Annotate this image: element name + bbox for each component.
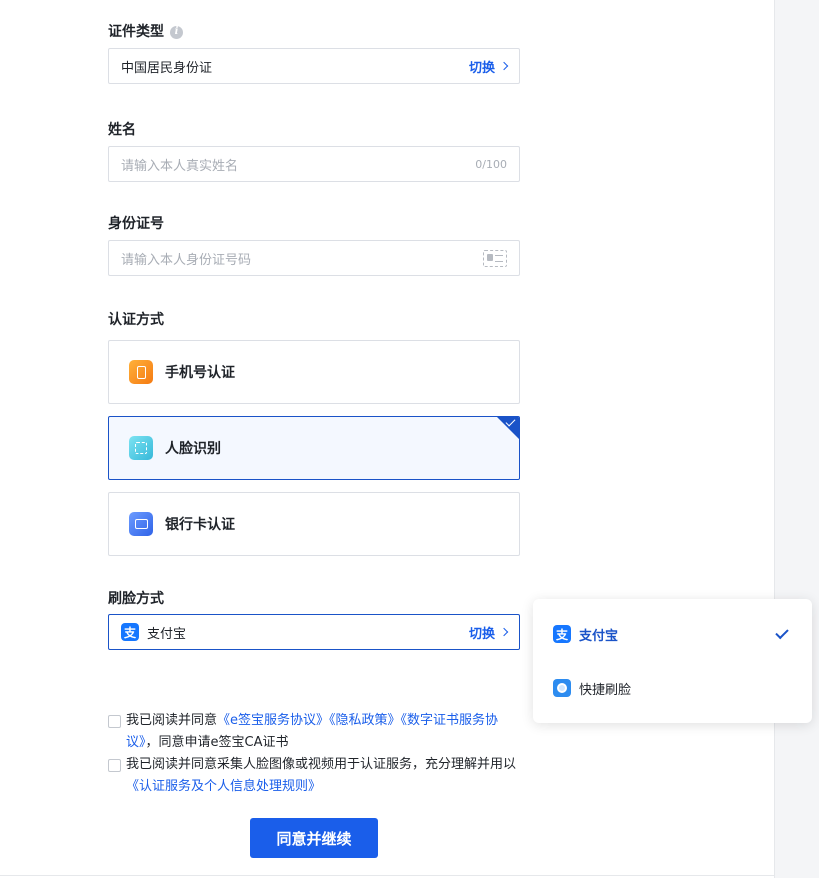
agree-continue-button[interactable]: 同意并继续 [250, 818, 378, 858]
auth-method-label: 认证方式 [108, 312, 164, 328]
id-card-scan-icon[interactable] [483, 249, 507, 267]
auth-option-face[interactable]: 人脸识别 [108, 416, 520, 480]
agreement-service-checkbox[interactable] [108, 715, 121, 728]
right-gutter [774, 0, 819, 878]
id-number-label: 身份证号 [108, 216, 164, 232]
bank-card-icon [129, 512, 153, 536]
name-placeholder: 请输入本人真实姓名 [121, 158, 239, 174]
dropdown-item-alipay[interactable]: 支 支付宝 [553, 622, 792, 646]
auth-option-phone[interactable]: 手机号认证 [108, 340, 520, 404]
name-char-counter: 0/100 [475, 157, 507, 171]
name-label: 姓名 [108, 122, 136, 138]
info-icon[interactable]: i [170, 25, 183, 39]
privacy-policy-link[interactable]: 《隐私政策》 [329, 713, 401, 728]
quick-face-icon [553, 679, 571, 697]
phone-icon [129, 360, 153, 384]
id-type-switch-button[interactable]: 切换 [469, 57, 509, 76]
face-method-value: 支付宝 [147, 626, 187, 642]
agreement-face-checkbox[interactable] [108, 759, 121, 772]
face-method-label: 刷脸方式 [108, 591, 164, 607]
auth-rules-link[interactable]: 《认证服务及个人信息处理规则》 [126, 779, 321, 794]
bottom-divider [0, 875, 774, 876]
agreement-service: 我已阅读并同意《e签宝服务协议》《隐私政策》《数字证书服务协议》，同意申请e签宝… [108, 710, 520, 754]
alipay-icon: 支 [553, 625, 571, 643]
chevron-right-icon [499, 627, 509, 637]
service-agreement-link[interactable]: 《e签宝服务协议》 [217, 713, 329, 728]
chevron-right-icon [499, 61, 509, 71]
id-type-label: 证件类型 i [108, 23, 183, 41]
id-number-placeholder: 请输入本人身份证号码 [121, 252, 252, 268]
id-number-input[interactable]: 请输入本人身份证号码 [108, 240, 520, 276]
face-scan-icon [129, 436, 153, 460]
name-input[interactable]: 请输入本人真实姓名 0/100 [108, 146, 520, 182]
face-method-dropdown: 支 支付宝 快捷刷脸 [533, 599, 812, 723]
face-method-switch-button[interactable]: 切换 [469, 623, 509, 642]
check-icon [775, 625, 789, 639]
agreement-face-collection: 我已阅读并同意采集人脸图像或视频用于认证服务，充分理解并用以《认证服务及个人信息… [108, 754, 520, 798]
alipay-icon: 支 [121, 623, 139, 641]
id-type-field[interactable]: 中国居民身份证 切换 [108, 48, 520, 84]
auth-option-bank-card[interactable]: 银行卡认证 [108, 492, 520, 556]
face-method-select[interactable]: 支 支付宝 切换 [108, 614, 520, 650]
dropdown-item-quick-face[interactable]: 快捷刷脸 [553, 676, 792, 700]
id-type-value: 中国居民身份证 [121, 60, 213, 76]
